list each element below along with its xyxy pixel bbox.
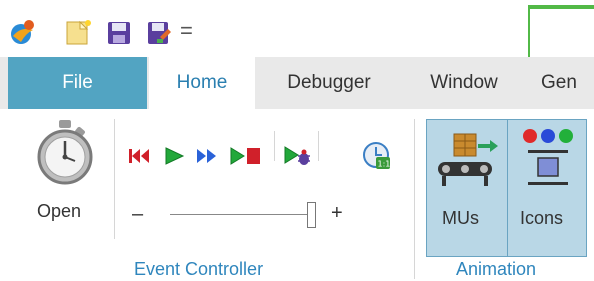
mus-label: MUs	[442, 208, 479, 228]
tab-gen[interactable]: Gen	[535, 57, 594, 109]
speed-slider[interactable]	[168, 200, 322, 230]
save-as-icon[interactable]	[144, 17, 174, 47]
quick-access-toolbar: =	[0, 0, 594, 57]
tab-file[interactable]: File	[8, 57, 147, 109]
open-button[interactable]: Open	[28, 119, 102, 231]
slider-plus-label: +	[331, 202, 343, 224]
conveyor-icon	[438, 133, 498, 186]
mus-button[interactable]: MUs	[426, 119, 508, 257]
fast-forward-icon[interactable]	[196, 145, 218, 167]
animation-group-label: Animation	[456, 259, 537, 279]
separator	[414, 119, 415, 279]
ribbon-panel: Open 1:1 – + Event Controller MUs Icons …	[0, 109, 594, 281]
svg-text:1:1: 1:1	[378, 160, 391, 169]
step-icon[interactable]	[230, 145, 262, 167]
debug-icon[interactable]	[284, 145, 312, 167]
icons-icon	[523, 129, 573, 185]
event-controller-group-label: Event Controller	[134, 259, 264, 279]
play-icon[interactable]	[163, 145, 185, 167]
separator	[318, 131, 319, 161]
separator	[114, 119, 115, 239]
tab-window[interactable]: Window	[404, 57, 524, 109]
playback-controls: 1:1	[128, 131, 408, 173]
reset-icon[interactable]	[128, 145, 150, 167]
stopwatch-icon	[37, 120, 93, 185]
slider-thumb[interactable]	[307, 202, 316, 228]
separator	[274, 131, 275, 161]
document-window-edge	[528, 5, 594, 57]
tab-debugger[interactable]: Debugger	[264, 57, 394, 109]
customize-arrow-icon[interactable]: =	[180, 20, 196, 50]
icons-button[interactable]: Icons	[507, 119, 587, 257]
icons-label: Icons	[520, 208, 564, 228]
app-logo-icon[interactable]	[8, 17, 38, 47]
ribbon-tab-strip: File Home Debugger Window Gen	[0, 57, 594, 109]
save-icon[interactable]	[104, 17, 134, 47]
new-file-icon[interactable]	[64, 17, 94, 47]
tab-home[interactable]: Home	[149, 57, 255, 109]
open-label: Open	[37, 201, 82, 221]
slider-minus-label: –	[132, 203, 144, 225]
slider-track	[170, 214, 316, 215]
real-time-icon[interactable]: 1:1	[362, 141, 392, 171]
